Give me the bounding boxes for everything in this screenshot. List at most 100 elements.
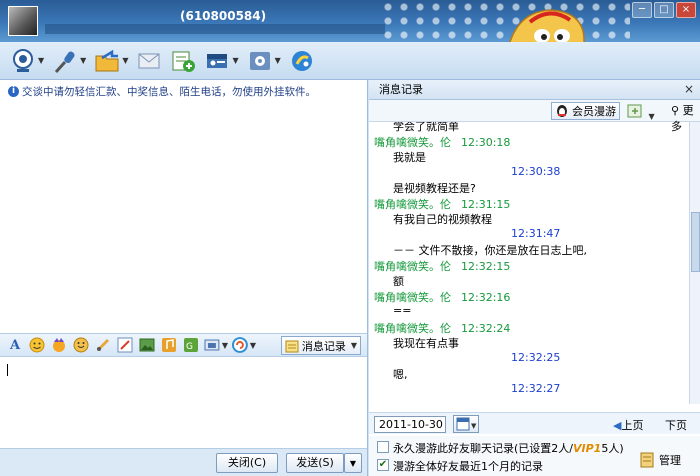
export-button[interactable]: ▼	[627, 103, 655, 122]
my-message-time: 12:30:38	[511, 165, 561, 178]
chevron-down-icon: ▼	[350, 341, 357, 350]
sender-name: 嘴角噙微笑。伦	[374, 198, 451, 211]
text-cursor	[7, 364, 8, 376]
sender-name: 嘴角噙微笑。伦	[374, 291, 451, 304]
monthly-roam-checkbox[interactable]: ✔	[377, 459, 389, 471]
message-sender-line: 嘴角噙微笑。伦 12:30:18	[374, 134, 510, 150]
my-message-time: 12:32:25	[511, 351, 561, 364]
music-icon[interactable]	[160, 336, 178, 354]
history-toolbar: 会员漫游 ▼ ⚲ 更多	[369, 100, 700, 133]
search-icon: ⚲	[671, 104, 680, 117]
close-history-icon[interactable]: ×	[684, 80, 694, 99]
next-page-link[interactable]: 下页	[665, 417, 687, 433]
window-title: (610800584)	[180, 9, 267, 23]
history-header: 消息记录 ×	[369, 80, 700, 100]
message-text: 嗯,	[393, 368, 408, 381]
mail-icon	[138, 53, 160, 68]
signature-bar	[45, 24, 385, 34]
webcam-button[interactable]: ▼	[10, 46, 44, 76]
permanent-roam-label: 永久漫游此好友聊天记录(已设置2人/VIP15人)	[393, 442, 624, 455]
manage-button[interactable]: 管理	[639, 452, 681, 468]
main-toolbar: ▼ ▼ ▼ ▼ ▼	[0, 42, 700, 80]
qq-app-icon	[291, 50, 312, 71]
scrollbar-thumb[interactable]	[691, 212, 700, 272]
manage-label: 管理	[659, 454, 681, 467]
maximize-button[interactable]: □	[654, 2, 674, 18]
chevron-down-icon[interactable]: ▼	[80, 56, 86, 65]
close-window-button[interactable]: ×	[676, 2, 696, 18]
title-bar: (610800584) ─ □ ×	[0, 0, 700, 42]
my-message-time: 12:31:47	[511, 227, 561, 240]
date-bar: 2011-10-30 ▼ ◀上页 下页	[369, 412, 700, 434]
add-app-button[interactable]	[170, 46, 196, 76]
message-sender-line: 嘴角噙微笑。伦 12:32:24	[374, 320, 510, 336]
emoji-icon[interactable]	[28, 336, 46, 354]
webcam-icon	[13, 48, 33, 72]
date-field[interactable]: 2011-10-30	[374, 416, 446, 433]
history-title: 消息记录	[379, 83, 423, 96]
settings-button[interactable]: ▼	[247, 46, 281, 76]
qq-app-button[interactable]	[289, 46, 315, 76]
chevron-down-icon[interactable]: ▼	[122, 56, 128, 65]
message-text: 我就是	[393, 151, 426, 164]
svg-text:▼: ▼	[471, 422, 477, 430]
mascot-icon	[509, 9, 585, 42]
screenshot-icon[interactable]: ▼	[204, 336, 228, 354]
roam-options: 永久漫游此好友聊天记录(已设置2人/VIP15人) ✔ 漫游全体好友最近1个月的…	[369, 436, 700, 476]
vip-roam-label: 会员漫游	[572, 105, 616, 118]
action-bar: 关闭(C) 发送(S) ▼	[0, 448, 367, 476]
safety-notice: i 交谈中请勿轻信汇款、中奖信息、陌生电话，勿使用外挂软件。	[8, 84, 316, 99]
calendar-icon: ▼	[456, 417, 477, 431]
add-app-icon	[172, 51, 196, 72]
chevron-down-icon: ▼	[349, 459, 357, 468]
mail-button[interactable]	[136, 46, 162, 76]
microphone-icon	[55, 51, 75, 73]
voice-message-icon[interactable]	[94, 336, 112, 354]
profile-card-icon	[207, 53, 228, 68]
file-transfer-button[interactable]: ▼	[94, 46, 128, 76]
magic-emoji-icon[interactable]	[50, 336, 68, 354]
minimize-button[interactable]: ─	[632, 2, 652, 18]
svg-text:G: G	[186, 342, 193, 352]
monthly-roam-label: 漫游全体好友最近1个月的记录	[393, 460, 543, 473]
sender-name: 嘴角噙微笑。伦	[374, 260, 451, 273]
send-options-button[interactable]: ▼	[344, 453, 362, 473]
info-icon: i	[8, 86, 19, 97]
voice-button[interactable]: ▼	[52, 46, 86, 76]
my-message-time: 12:32:27	[511, 382, 561, 395]
message-text: 学会了就简单	[393, 122, 459, 133]
chevron-down-icon[interactable]: ▼	[222, 341, 228, 350]
message-text: ==	[393, 304, 412, 317]
game-icon[interactable]: G	[182, 336, 200, 354]
chevron-down-icon[interactable]: ▼	[275, 56, 281, 65]
scrollbar[interactable]	[689, 122, 700, 404]
calendar-button[interactable]: ▼	[453, 415, 479, 433]
scribble-icon[interactable]	[116, 336, 134, 354]
message-text: 是视频教程还是?	[393, 182, 476, 195]
permanent-roam-checkbox[interactable]	[377, 441, 389, 453]
chevron-down-icon[interactable]: ▼	[38, 56, 44, 65]
message-text: －－ 文件不散接，你还是放在日志上吧,	[393, 244, 587, 257]
prev-page-link[interactable]: ◀上页	[613, 417, 643, 433]
avatar[interactable]	[8, 6, 38, 36]
penguin-icon	[557, 105, 567, 117]
shake-icon[interactable]	[72, 336, 90, 354]
chat-panel: i 交谈中请勿轻信汇款、中奖信息、陌生电话，勿使用外挂软件。 A G ▼ ▼ 消…	[0, 80, 368, 476]
send-button[interactable]: 发送(S)	[286, 453, 344, 473]
close-button[interactable]: 关闭(C)	[216, 453, 278, 473]
message-text: 额	[393, 275, 404, 288]
chevron-down-icon[interactable]: ▼	[250, 341, 256, 350]
profile-button[interactable]: ▼	[204, 46, 239, 76]
message-input[interactable]	[0, 358, 367, 448]
vip-roam-button[interactable]: 会员漫游	[551, 102, 620, 120]
chevron-down-icon: ▼	[648, 112, 655, 121]
message-history-button[interactable]: 消息记录 ▼	[280, 336, 361, 355]
apps-icon[interactable]: ▼	[232, 336, 256, 354]
message-time: 12:32:16	[461, 291, 511, 304]
message-list: 学会了就简单 嘴角噙微笑。伦 12:30:18 我就是 12:30:38 是视频教程还是?…	[369, 122, 689, 404]
history-icon	[285, 340, 299, 352]
chevron-down-icon[interactable]: ▼	[232, 56, 238, 65]
font-icon[interactable]: A	[6, 336, 24, 354]
message-time: 12:32:15	[461, 260, 511, 273]
image-icon[interactable]	[138, 336, 156, 354]
